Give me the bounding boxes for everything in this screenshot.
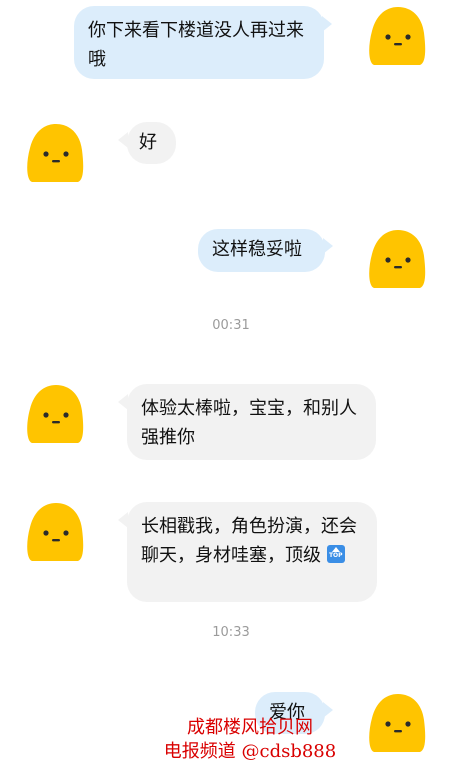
- message-bubble-incoming[interactable]: 长相戳我，角色扮演，还会聊天，身材哇塞，顶级 TOP: [127, 502, 377, 602]
- avatar-self[interactable]: [364, 5, 428, 69]
- avatar-contact[interactable]: [22, 383, 86, 447]
- top-arrow-icon: TOP: [326, 545, 345, 563]
- message-text: 你下来看下楼道没人再过来哦: [88, 20, 304, 70]
- message-text: 这样稳妥啦: [212, 239, 302, 260]
- message-bubble-outgoing[interactable]: 你下来看下楼道没人再过来哦: [74, 6, 324, 79]
- bubble-tail: [322, 16, 332, 32]
- yellow-blob-face-icon: [369, 7, 426, 65]
- message-bubble-incoming[interactable]: 体验太棒啦，宝宝，和别人强推你: [127, 384, 376, 460]
- yellow-blob-face-icon: [27, 124, 84, 182]
- watermark-line-2: 电报频道 @cdsb888: [163, 741, 337, 762]
- message-bubble-outgoing[interactable]: 这样稳妥啦: [198, 229, 325, 272]
- avatar-self[interactable]: [364, 692, 428, 756]
- bubble-tail: [323, 238, 333, 254]
- watermark: 成都楼风拾贝网 电报频道 @cdsb888: [140, 716, 360, 764]
- message-text: 长相戳我，角色扮演，还会聊天，身材哇塞，顶级: [141, 516, 357, 566]
- timestamp: 00:31: [212, 318, 250, 333]
- avatar-self[interactable]: [364, 228, 428, 292]
- yellow-blob-face-icon: [369, 230, 426, 288]
- yellow-blob-face-icon: [369, 694, 426, 752]
- yellow-blob-face-icon: [27, 503, 84, 561]
- avatar-contact[interactable]: [22, 501, 86, 565]
- message-bubble-incoming[interactable]: 好: [127, 122, 176, 164]
- message-text: 体验太棒啦，宝宝，和别人强推你: [141, 398, 357, 448]
- watermark-line-1: 成都楼风拾贝网: [187, 717, 313, 738]
- yellow-blob-face-icon: [27, 385, 84, 443]
- timestamp: 10:33: [212, 625, 250, 640]
- avatar-contact[interactable]: [22, 122, 86, 186]
- message-text: 好: [139, 132, 157, 153]
